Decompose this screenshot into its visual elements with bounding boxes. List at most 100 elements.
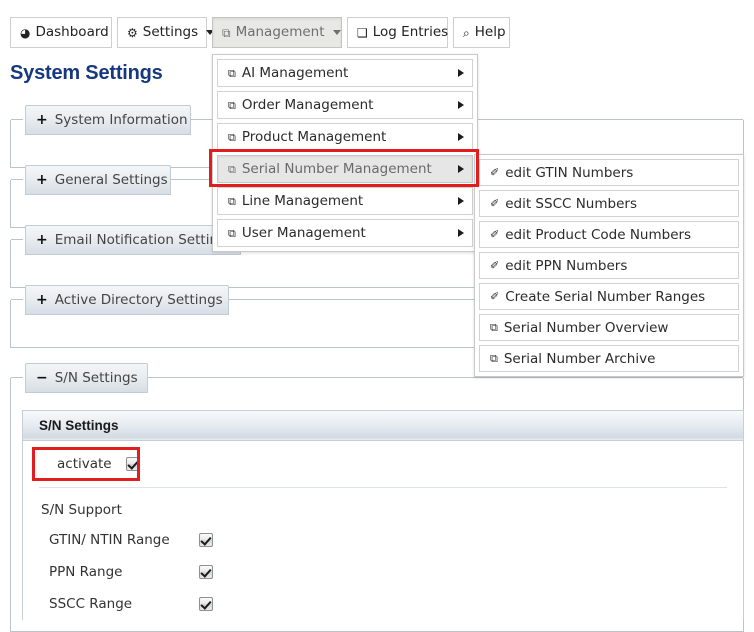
window-icon: ⧉ <box>490 321 498 334</box>
sn-support-row: GTIN/ NTIN Range <box>23 524 743 556</box>
menu-item-label: Order Management <box>241 97 374 113</box>
accordion-header-general-settings[interactable]: + General Settings <box>25 165 171 195</box>
menu-item-label: Create Serial Number Ranges <box>505 288 706 305</box>
page-title: System Settings <box>10 62 163 84</box>
menu-item-line-management[interactable]: ⧉ Line Management <box>217 187 473 215</box>
menu-item-edit-product-code-numbers[interactable]: ✐ edit Product Code Numbers <box>479 221 739 248</box>
plus-icon: + <box>36 292 48 308</box>
sn-support-checkbox[interactable] <box>199 533 213 547</box>
accordion-header-label: System Information <box>54 112 188 128</box>
toolbar-button-settings[interactable]: ⚙ Settings <box>117 17 215 48</box>
fieldset-border-left <box>11 179 23 180</box>
menu-item-ai-management[interactable]: ⧉ AI Management <box>217 59 473 87</box>
search-icon: ⌕ <box>463 25 470 40</box>
pencil-icon: ✐ <box>490 197 500 210</box>
accordion-header-system-information[interactable]: + System Information <box>25 105 191 135</box>
toolbar-button-label: Log Entries <box>372 24 449 40</box>
activate-row: activate <box>39 441 727 488</box>
gear-icon: ⚙ <box>127 25 138 40</box>
accordion-header-label: Email Notification Settings <box>54 232 234 248</box>
plus-icon: + <box>36 172 48 188</box>
accordion-header-active-directory-settings[interactable]: + Active Directory Settings <box>25 285 229 315</box>
menu-item-create-serial-number-ranges[interactable]: ✐ Create Serial Number Ranges <box>479 283 739 310</box>
menu-item-serial-number-management[interactable]: ⧉ Serial Number Management <box>217 155 473 183</box>
accordion-header-label: General Settings <box>54 172 168 188</box>
chevron-right-icon <box>458 165 464 173</box>
pencil-icon: ✐ <box>490 228 500 241</box>
toolbar-button-help[interactable]: ⌕ Help <box>453 17 510 48</box>
chevron-right-icon <box>458 101 464 109</box>
menu-item-product-management[interactable]: ⧉ Product Management <box>217 123 473 151</box>
chevron-down-icon <box>332 30 341 35</box>
menu-item-label: Line Management <box>241 193 364 209</box>
menu-item-label: edit GTIN Numbers <box>505 164 634 181</box>
window-icon: ⧉ <box>228 98 236 112</box>
sn-support-row: SSCC Range <box>23 588 743 620</box>
sn-support-title: S/N Support <box>41 502 122 518</box>
fieldset-border-left <box>11 119 23 120</box>
menu-item-label: Serial Number Archive <box>503 350 656 367</box>
dashboard-icon: ◕ <box>20 25 31 40</box>
sn-support-row: PPN Range <box>23 556 743 588</box>
chevron-right-icon <box>458 69 464 77</box>
window-icon: ⧉ <box>228 162 236 176</box>
menu-item-label: Serial Number Overview <box>503 319 669 336</box>
chevron-right-icon <box>458 197 464 205</box>
sn-support-checkbox[interactable] <box>199 597 213 611</box>
minus-icon: − <box>36 370 48 386</box>
accordion-header-email-notification-settings[interactable]: + Email Notification Settings <box>25 225 241 255</box>
accordion-header-sn-settings[interactable]: − S/N Settings <box>25 363 148 393</box>
menu-item-label: Serial Number Management <box>241 161 432 177</box>
toolbar-button-label: Help <box>474 24 506 40</box>
sn-support-label: GTIN/ NTIN Range <box>49 532 170 548</box>
fieldset-border-left <box>11 299 23 300</box>
menu-item-user-management[interactable]: ⧉ User Management <box>217 219 473 247</box>
activate-label: activate <box>57 456 112 472</box>
fieldset-border-left <box>11 377 23 378</box>
menu-item-label: AI Management <box>241 65 349 81</box>
management-dropdown-menu: ⧉ AI Management ⧉ Order Management ⧉ Product … <box>212 54 478 252</box>
serial-number-management-submenu: ✐ edit GTIN Numbers ✐ edit SSCC Numbers ✐ edi… <box>474 154 744 377</box>
window-icon: ⧉ <box>228 226 236 240</box>
plus-icon: + <box>36 232 48 248</box>
menu-item-edit-sscc-numbers[interactable]: ✐ edit SSCC Numbers <box>479 190 739 217</box>
pencil-icon: ✐ <box>490 166 500 179</box>
toolbar-button-label: Management <box>235 24 325 40</box>
menu-item-label: edit Product Code Numbers <box>505 226 692 243</box>
toolbar-button-log-entries[interactable]: ❑ Log Entries <box>347 17 448 48</box>
window-icon: ⧉ <box>228 194 236 208</box>
window-icon: ⧉ <box>222 25 231 40</box>
toolbar-button-label: Dashboard <box>35 24 109 40</box>
toolbar-button-label: Settings <box>142 24 199 40</box>
sn-settings-panel: S/N Settings activate S/N Support GTIN/ … <box>22 410 744 620</box>
menu-item-serial-number-archive[interactable]: ⧉ Serial Number Archive <box>479 345 739 372</box>
chevron-right-icon <box>458 229 464 237</box>
top-toolbar: ◕ Dashboard ⚙ Settings ⧉ Management ❑ Log Entri… <box>0 0 754 48</box>
toolbar-button-management[interactable]: ⧉ Management <box>212 17 342 48</box>
menu-item-serial-number-overview[interactable]: ⧉ Serial Number Overview <box>479 314 739 341</box>
plus-icon: + <box>36 112 48 128</box>
sn-settings-panel-body: activate S/N Support GTIN/ NTIN Range PPN… <box>23 441 743 620</box>
sn-support-label: SSCC Range <box>49 596 133 612</box>
menu-item-label: User Management <box>241 225 366 241</box>
fieldset-border-left <box>11 239 23 240</box>
sn-support-list: GTIN/ NTIN Range PPN Range SSCC Range <box>23 524 743 620</box>
accordion-header-label: S/N Settings <box>54 370 138 386</box>
menu-item-edit-gtin-numbers[interactable]: ✐ edit GTIN Numbers <box>479 159 739 186</box>
activate-checkbox[interactable] <box>125 457 140 471</box>
pencil-icon: ✐ <box>490 290 500 303</box>
toolbar-button-dashboard[interactable]: ◕ Dashboard <box>10 17 112 48</box>
fieldset-border-right <box>148 377 743 378</box>
sn-settings-panel-header: S/N Settings <box>23 411 743 441</box>
menu-item-label: edit SSCC Numbers <box>505 195 637 212</box>
menu-item-order-management[interactable]: ⧉ Order Management <box>217 91 473 119</box>
sn-support-label: PPN Range <box>49 564 123 580</box>
sn-support-checkbox[interactable] <box>199 565 213 579</box>
accordion-header-label: Active Directory Settings <box>54 292 223 308</box>
window-icon: ⧉ <box>490 352 498 365</box>
window-icon: ⧉ <box>228 66 236 80</box>
chevron-right-icon <box>458 133 464 141</box>
menu-item-label: edit PPN Numbers <box>505 257 628 274</box>
menu-item-edit-ppn-numbers[interactable]: ✐ edit PPN Numbers <box>479 252 739 279</box>
file-icon: ❑ <box>357 25 368 40</box>
